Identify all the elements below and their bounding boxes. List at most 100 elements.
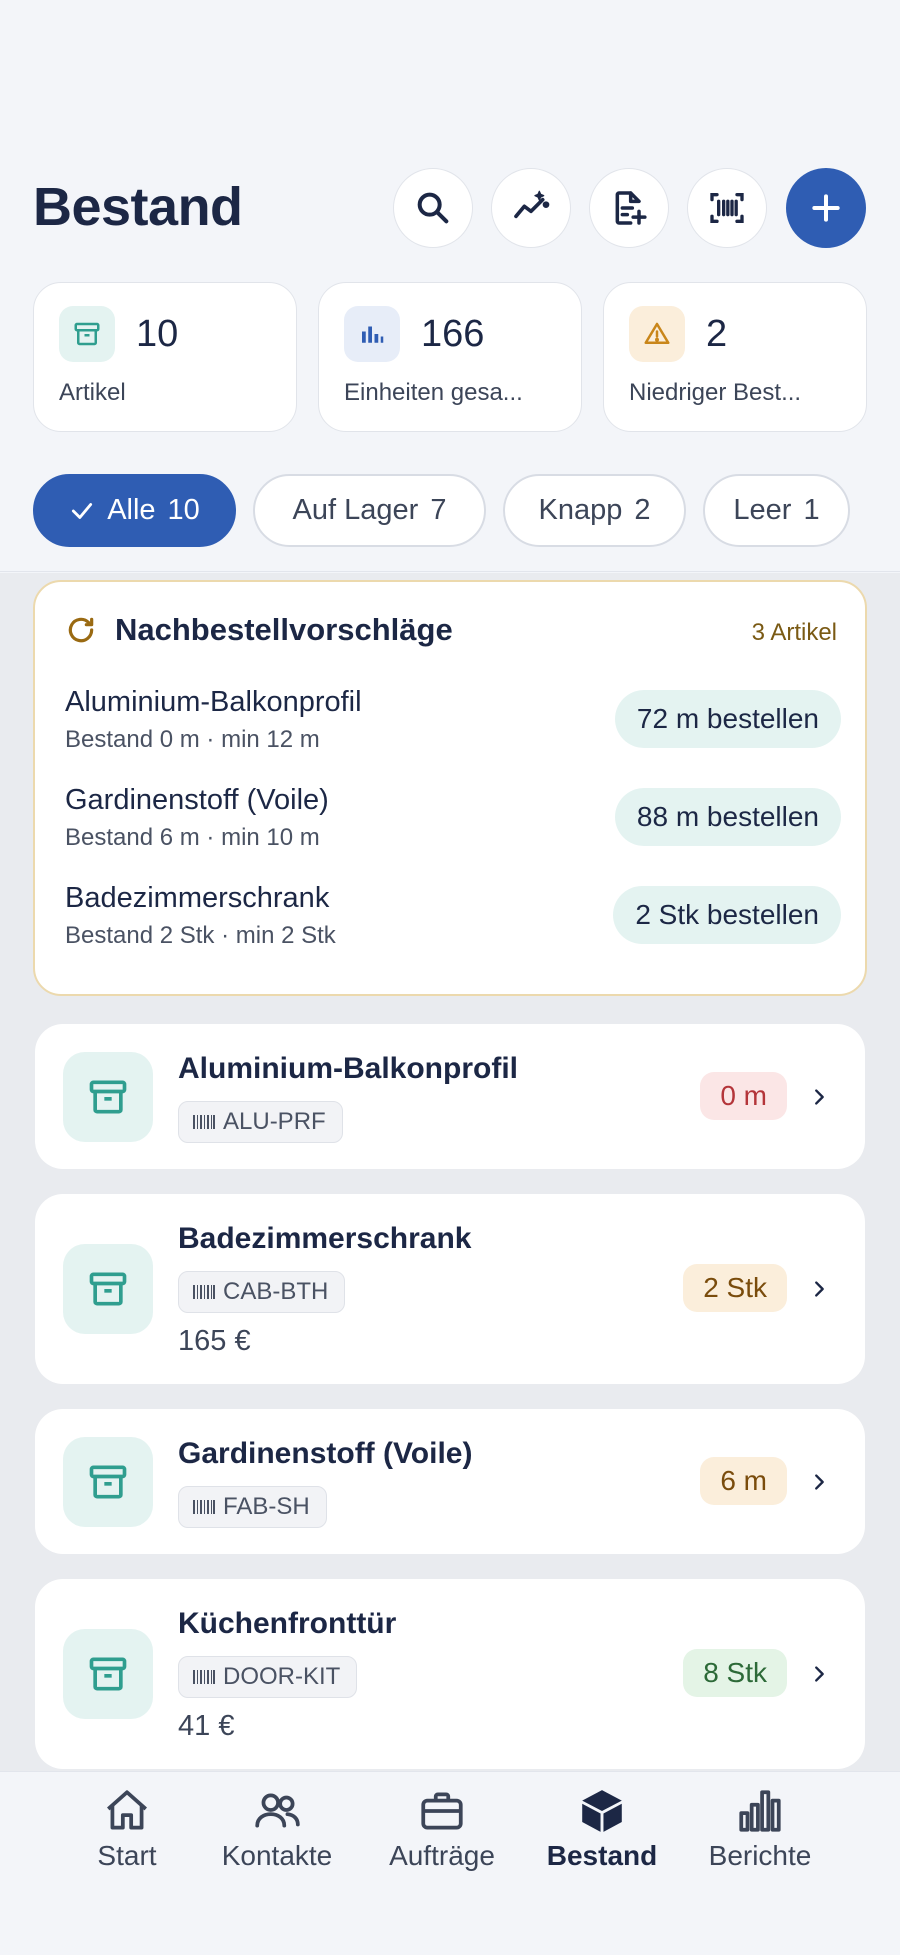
home-icon <box>107 1790 147 1830</box>
tab-start[interactable]: Start <box>47 1786 207 1872</box>
stat-value: 166 <box>421 313 485 355</box>
reorder-count: 3 Artikel <box>751 619 837 646</box>
archive-icon <box>63 1437 153 1527</box>
add-button[interactable] <box>786 168 866 248</box>
inventory-item[interactable]: Gardinenstoff (Voile) FAB-SH 6 m <box>35 1409 865 1554</box>
item-name: Küchenfronttür <box>178 1607 397 1640</box>
stat-label: Niedriger Best... <box>629 379 802 406</box>
sku-badge: CAB-BTH <box>178 1271 346 1313</box>
tab-bar: Start Kontakte Aufträge Bestand Berichte <box>0 1771 900 1955</box>
tab-inventory[interactable]: Bestand <box>522 1786 682 1872</box>
inventory-item[interactable]: Badezimmerschrank CAB-BTH 165 € 2 Stk <box>35 1194 865 1384</box>
reorder-row: Aluminium-Balkonprofil Bestand 0 m · min… <box>65 686 841 756</box>
filter-chip-label: Leer <box>733 494 792 526</box>
tab-label: Berichte <box>708 1840 812 1871</box>
stat-card-units[interactable]: 166 Einheiten gesa... <box>318 282 582 432</box>
filter-chip-count: 2 <box>634 494 651 526</box>
sku-badge: FAB-SH <box>178 1486 327 1528</box>
reorder-item-name: Aluminium-Balkonprofil <box>65 686 362 718</box>
sku-badge: ALU-PRF <box>178 1101 343 1143</box>
analytics-button[interactable] <box>491 168 571 248</box>
item-price: 41 € <box>178 1710 235 1742</box>
briefcase-icon <box>421 1792 463 1830</box>
reorder-item-detail: Bestand 0 m · min 12 m <box>65 726 320 753</box>
sku-badge: DOOR-KIT <box>178 1656 358 1698</box>
reorder-row: Badezimmerschrank Bestand 2 Stk · min 2 … <box>65 882 841 952</box>
chevron-right-icon <box>815 1474 824 1490</box>
reorder-item-detail: Bestand 6 m · min 10 m <box>65 824 320 851</box>
users-icon <box>255 1793 300 1828</box>
warning-icon <box>629 306 685 362</box>
search-button[interactable] <box>393 168 473 248</box>
barcode-icon <box>193 1285 215 1299</box>
tab-contacts[interactable]: Kontakte <box>197 1786 357 1872</box>
filter-chip-label: Auf Lager <box>292 494 419 526</box>
filter-chip-empty[interactable]: Leer 1 <box>703 474 850 547</box>
sparkle-trend-icon <box>514 190 550 219</box>
tab-label: Aufträge <box>389 1840 495 1871</box>
reorder-item-detail: Bestand 2 Stk · min 2 Stk <box>65 922 336 949</box>
barcode-icon <box>193 1115 215 1129</box>
box-icon <box>582 1790 622 1832</box>
stat-card-low-stock[interactable]: 2 Niedriger Best... <box>603 282 867 432</box>
sku-label: DOOR-KIT <box>223 1663 341 1690</box>
file-plus-icon <box>615 191 647 225</box>
inventory-item[interactable]: Aluminium-Balkonprofil ALU-PRF 0 m <box>35 1024 865 1169</box>
reorder-item-name: Badezimmerschrank <box>65 882 330 914</box>
reorder-title: Nachbestellvorschläge <box>115 612 453 647</box>
stock-badge: 6 m <box>700 1457 787 1505</box>
stock-badge: 0 m <box>700 1072 787 1120</box>
bar-chart-icon <box>344 306 400 362</box>
reorder-button[interactable]: 72 m bestellen <box>614 690 841 748</box>
filter-chip-count: 1 <box>803 494 820 526</box>
stock-badge: 8 Stk <box>683 1649 787 1697</box>
stat-label: Einheiten gesa... <box>344 379 523 406</box>
item-price: 165 € <box>178 1325 251 1357</box>
plus-icon <box>812 194 840 222</box>
tab-reports[interactable]: Berichte <box>680 1786 840 1872</box>
check-icon <box>72 502 93 519</box>
chevron-right-icon <box>815 1089 824 1105</box>
filter-chip-low[interactable]: Knapp 2 <box>503 474 686 547</box>
barcode-scan-icon <box>710 193 744 223</box>
stat-card-articles[interactable]: 10 Artikel <box>33 282 297 432</box>
page-title: Bestand <box>33 177 243 237</box>
search-icon <box>417 192 449 224</box>
stat-value: 2 <box>706 313 728 355</box>
barcode-icon <box>193 1670 215 1684</box>
filter-chip-all[interactable]: Alle 10 <box>33 474 236 547</box>
item-name: Aluminium-Balkonprofil <box>178 1052 518 1085</box>
tab-label: Bestand <box>546 1840 658 1871</box>
reorder-item-name: Gardinenstoff (Voile) <box>65 784 329 816</box>
sku-label: FAB-SH <box>223 1493 310 1520</box>
sku-label: ALU-PRF <box>223 1108 326 1135</box>
new-document-button[interactable] <box>589 168 669 248</box>
stat-value: 10 <box>136 313 179 355</box>
tab-label: Kontakte <box>221 1840 333 1871</box>
chevron-right-icon <box>815 1281 824 1297</box>
archive-icon <box>59 306 115 362</box>
archive-icon <box>63 1629 153 1719</box>
barcode-scan-button[interactable] <box>687 168 767 248</box>
chevron-right-icon <box>815 1666 824 1682</box>
tab-orders[interactable]: Aufträge <box>362 1786 522 1872</box>
header: Bestand 10 Artikel 166 Einheiten gesa...… <box>0 0 900 572</box>
filter-chip-count: 10 <box>167 494 200 526</box>
reorder-suggestions-card: Nachbestellvorschläge 3 Artikel Aluminiu… <box>33 580 867 996</box>
reorder-button[interactable]: 2 Stk bestellen <box>613 886 841 944</box>
archive-icon <box>63 1052 153 1142</box>
filter-chip-in-stock[interactable]: Auf Lager 7 <box>253 474 486 547</box>
item-name: Badezimmerschrank <box>178 1222 472 1255</box>
inventory-item[interactable]: Küchenfronttür DOOR-KIT 41 € 8 Stk <box>35 1579 865 1769</box>
filter-chip-label: Alle <box>107 494 156 526</box>
item-name: Gardinenstoff (Voile) <box>178 1437 473 1470</box>
filter-chip-label: Knapp <box>538 494 623 526</box>
reorder-button[interactable]: 88 m bestellen <box>614 788 841 846</box>
bar-chart-icon <box>739 1790 781 1832</box>
refresh-icon <box>68 617 94 643</box>
stat-label: Artikel <box>59 379 126 406</box>
barcode-icon <box>193 1500 215 1514</box>
archive-icon <box>63 1244 153 1334</box>
filter-chip-count: 7 <box>430 494 447 526</box>
sku-label: CAB-BTH <box>223 1278 329 1305</box>
